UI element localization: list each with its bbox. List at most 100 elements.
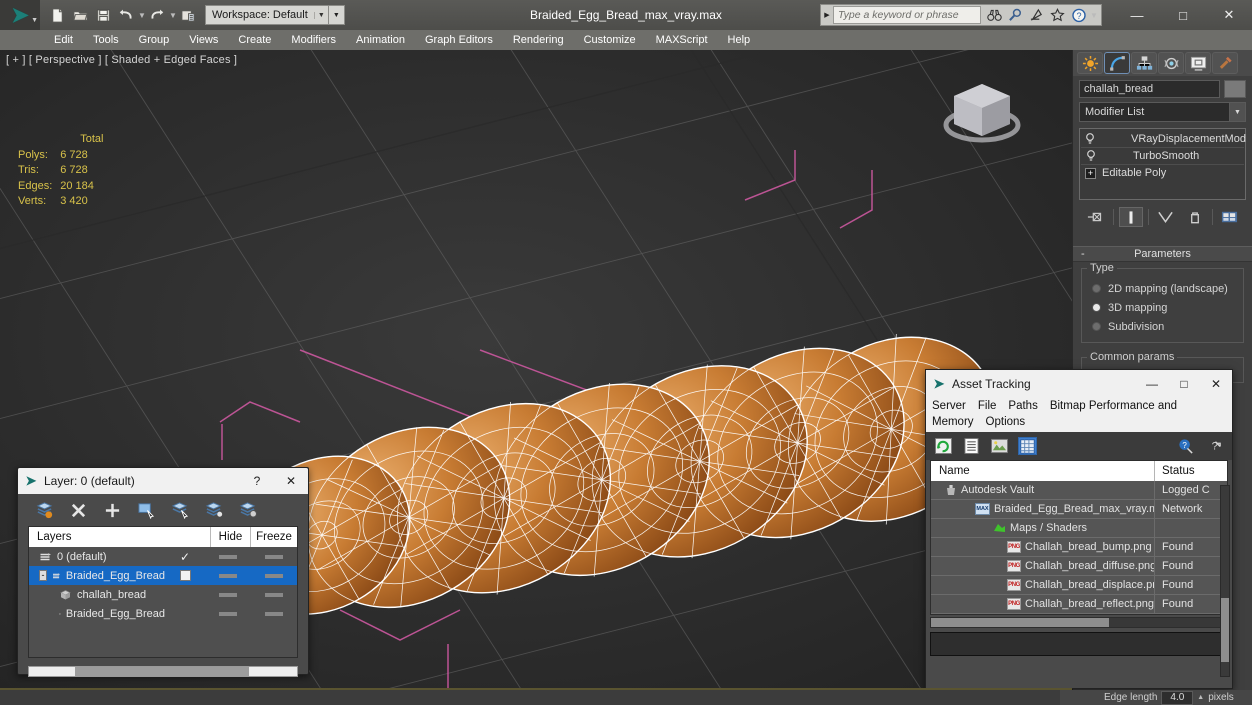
freeze-toggle-icon[interactable] [265,554,283,559]
object-color-swatch[interactable] [1224,80,1246,98]
search-expand-arrow[interactable]: ▶ [821,11,833,19]
close-button[interactable]: ✕ [1206,0,1252,30]
asset-tracking-window[interactable]: ➤ Asset Tracking — □ ✕ Server File Paths Bi… [925,369,1233,689]
list-view-button[interactable] [962,437,981,455]
create-tab[interactable] [1077,52,1103,74]
freeze-toggle-icon[interactable] [265,592,283,597]
menu-item-edit[interactable]: Edit [44,30,83,50]
asset-tracking-grid[interactable]: Name Status Autodesk Vault Logged C MAX Bra… [930,460,1228,615]
layer-hide-cell[interactable] [205,554,251,559]
radio-3d-mapping[interactable]: 3D mapping [1088,298,1237,317]
menu-item-animation[interactable]: Animation [346,30,415,50]
undo-icon[interactable] [115,4,137,26]
menu-item-rendering[interactable]: Rendering [503,30,574,50]
delete-layer-icon[interactable] [68,500,88,520]
layer-dialog[interactable]: ➤ Layer: 0 (default) ? ✕ Layers Hide Fre… [17,467,309,677]
asset-menu-file[interactable]: File [978,400,997,412]
parameters-rollout-header[interactable]: - Parameters [1073,246,1252,262]
new-scene-icon[interactable] [46,4,68,26]
layer-hide-cell[interactable] [205,592,251,597]
chevron-down-icon[interactable]: ▼ [1229,103,1245,121]
highlight-selected-objects-icon[interactable] [170,500,190,520]
help-question-icon[interactable]: ? [1177,437,1196,455]
hide-toggle-icon[interactable] [219,554,237,559]
layer-help-button[interactable]: ? [240,468,274,494]
asset-menu-paths[interactable]: Paths [1008,400,1037,412]
make-unique-button[interactable] [1154,207,1178,227]
favorites-star-icon[interactable] [1048,6,1067,25]
scrollbar-thumb[interactable] [75,667,249,676]
menu-item-group[interactable]: Group [129,30,180,50]
expand-plus-icon[interactable]: + [1085,167,1096,179]
select-objects-in-layer-icon[interactable] [136,500,156,520]
context-help-icon[interactable]: ? [1205,437,1224,455]
freeze-toggle-icon[interactable] [265,573,283,578]
satellite-icon[interactable] [1027,6,1046,25]
layer-row[interactable]: Braided_Egg_Bread [29,604,297,623]
search-magnifier-icon[interactable] [1006,6,1025,25]
layer-current-cell[interactable] [165,570,205,581]
hide-toggle-icon[interactable] [219,573,237,578]
maximize-button[interactable]: □ [1160,0,1206,30]
current-layer-checkbox[interactable] [179,570,191,581]
hierarchy-tab[interactable] [1131,52,1157,74]
radio-2d-mapping-landscape[interactable]: 2D mapping (landscape) [1088,279,1237,298]
layer-freeze-cell[interactable] [251,554,297,559]
modify-tab[interactable] [1104,52,1130,74]
menu-item-tools[interactable]: Tools [83,30,129,50]
asset-row[interactable]: PNG Challah_bread_bump.png Found [931,538,1227,557]
help-question-icon[interactable]: ? [1069,6,1088,25]
asset-row[interactable]: MAX Braided_Egg_Bread_max_vray.max Network [931,500,1227,519]
asset-menu-bitmap-performance-and-memory[interactable]: Bitmap Performance and Memory [932,400,1177,428]
layer-properties-icon[interactable] [238,500,258,520]
menu-item-customize[interactable]: Customize [574,30,646,50]
layer-freeze-cell[interactable] [251,611,297,616]
column-header-hide[interactable]: Hide [211,527,251,547]
asset-tracking-minimize-button[interactable]: — [1136,370,1168,397]
asset-row[interactable]: Autodesk Vault Logged C [931,481,1227,500]
workspace-menu-button[interactable]: ▼ [328,5,345,25]
asset-horizontal-scrollbar[interactable] [930,617,1228,628]
menu-item-modifiers[interactable]: Modifiers [281,30,346,50]
column-header-freeze[interactable]: Freeze [251,527,297,547]
utilities-tab[interactable] [1212,52,1238,74]
asset-row[interactable]: Maps / Shaders [931,519,1227,538]
project-folder-icon[interactable] [177,4,199,26]
menu-item-views[interactable]: Views [179,30,228,50]
modifier-list-dropdown[interactable]: Modifier List ▼ [1079,102,1246,122]
object-name-input[interactable]: challah_bread [1079,80,1220,98]
layer-row[interactable]: - Braided_Egg_Bread [29,566,297,585]
lightbulb-icon[interactable] [1085,150,1097,163]
add-selection-icon[interactable] [102,500,122,520]
stack-item-editable-poly[interactable]: + Editable Poly [1081,164,1244,181]
chevron-down-icon[interactable]: ▼ [313,11,328,19]
column-header-layers[interactable]: Layers [29,527,211,547]
scrollbar-thumb[interactable] [931,618,1109,627]
column-header-status[interactable]: Status [1155,461,1227,481]
layer-freeze-cell[interactable] [251,592,297,597]
freeze-toggle-icon[interactable] [265,611,283,616]
search-input[interactable]: Type a keyword or phrase [833,6,981,24]
minimize-button[interactable]: — [1114,0,1160,30]
redo-icon[interactable] [146,4,168,26]
open-file-icon[interactable] [69,4,91,26]
display-tab[interactable] [1185,52,1211,74]
configure-modifier-sets-button[interactable] [1218,207,1242,227]
layer-close-button[interactable]: ✕ [274,468,308,494]
menu-item-graph-editors[interactable]: Graph Editors [415,30,503,50]
scrollbar-thumb[interactable] [1221,598,1229,662]
collapse-icon[interactable]: - [1081,248,1085,260]
binoculars-icon[interactable] [985,6,1004,25]
show-end-result-button[interactable] [1118,207,1143,227]
motion-tab[interactable] [1158,52,1184,74]
layer-current-cell[interactable]: ✓ [165,550,205,564]
view-cube[interactable] [934,70,1030,154]
redo-dropdown-arrow[interactable]: ▼ [169,11,177,20]
radio-indicator[interactable] [1092,303,1101,312]
lightbulb-icon[interactable] [1085,132,1095,145]
layer-row[interactable]: 0 (default) ✓ [29,547,297,566]
collapse-minus-icon[interactable]: - [39,570,48,581]
stack-item-turbosmooth[interactable]: TurboSmooth [1081,147,1244,164]
asset-tracking-maximize-button[interactable]: □ [1168,370,1200,397]
asset-tracking-close-button[interactable]: ✕ [1200,370,1232,397]
